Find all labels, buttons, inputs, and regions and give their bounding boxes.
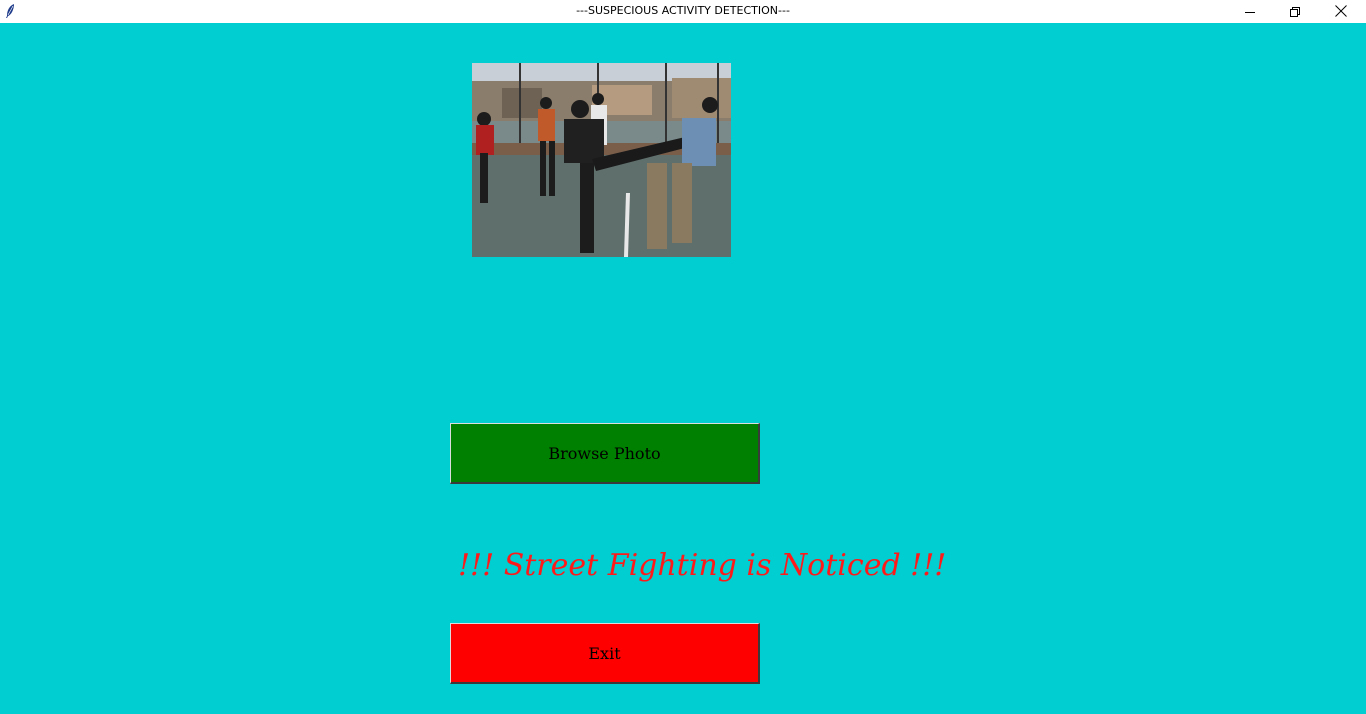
minimize-button[interactable] xyxy=(1227,0,1273,23)
close-button[interactable] xyxy=(1318,0,1364,23)
photo-preview xyxy=(472,63,731,257)
close-icon xyxy=(1335,2,1347,21)
detection-result-label: !!! Street Fighting is Noticed !!! xyxy=(458,548,947,583)
exit-button[interactable]: Exit xyxy=(450,623,760,684)
minimize-icon xyxy=(1245,2,1255,21)
title-bar[interactable]: ---SUSPECIOUS ACTIVITY DETECTION--- xyxy=(0,0,1366,23)
browse-photo-button[interactable]: Browse Photo xyxy=(450,423,760,484)
restore-icon xyxy=(1290,2,1300,21)
restore-button[interactable] xyxy=(1272,0,1318,23)
app-window: ---SUSPECIOUS ACTIVITY DETECTION--- Brow… xyxy=(0,0,1366,714)
window-title: ---SUSPECIOUS ACTIVITY DETECTION--- xyxy=(576,4,790,17)
